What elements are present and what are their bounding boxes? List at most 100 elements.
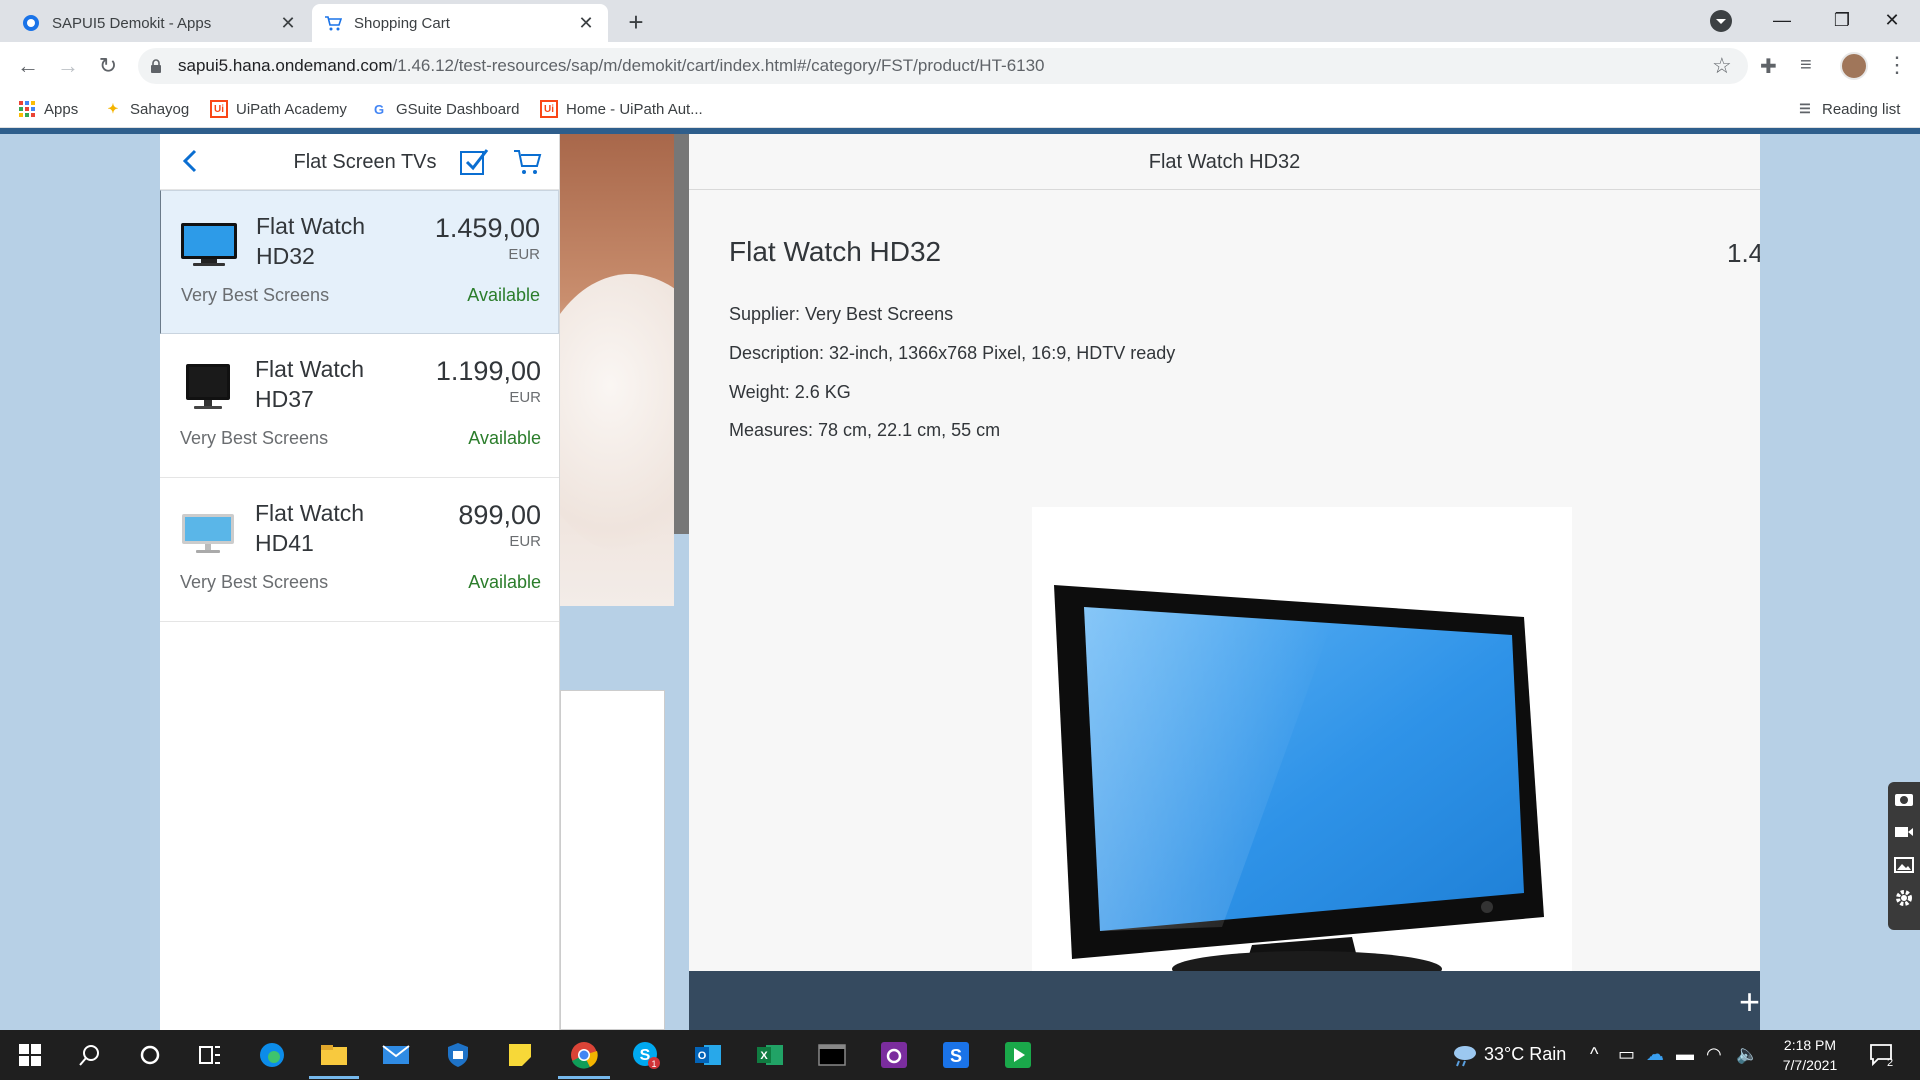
detail-product-price: 1.4 — [1727, 238, 1760, 268]
edge-icon[interactable] — [256, 1039, 288, 1071]
bookmark-gsuite[interactable]: G GSuite Dashboard — [370, 98, 519, 120]
capture-widget — [1888, 782, 1920, 930]
product-currency: EUR — [509, 533, 541, 550]
tab-shopping-cart[interactable]: Shopping Cart ✕ — [312, 4, 608, 42]
sticky-notes-icon[interactable] — [504, 1039, 536, 1071]
bookmark-uipath-home[interactable]: Ui Home - UiPath Aut... — [540, 98, 703, 120]
product-thumbnail — [181, 223, 237, 266]
file-explorer-icon[interactable] — [318, 1039, 350, 1071]
excel-icon[interactable]: X — [754, 1039, 786, 1071]
cart-icon[interactable] — [512, 146, 544, 178]
minimize-icon[interactable]: — — [1752, 4, 1812, 36]
product-currency: EUR — [509, 389, 541, 406]
tab-close-icon[interactable]: ✕ — [576, 13, 596, 33]
browser-toolbar: ← → ↻ sapui5.hana.ondemand.com/1.46.12/t… — [0, 42, 1920, 90]
reading-list-label: Reading list — [1822, 100, 1901, 118]
cart-favicon-icon — [324, 14, 342, 32]
lock-icon[interactable] — [150, 59, 162, 73]
address-bar[interactable]: sapui5.hana.ondemand.com/1.46.12/test-re… — [138, 48, 1748, 84]
tab-search-icon[interactable] — [1710, 10, 1732, 32]
settings-gear-icon[interactable] — [1888, 881, 1920, 914]
chrome-menu-icon[interactable]: ⋮ — [1886, 52, 1908, 78]
detail-product-title: Flat Watch HD32 — [729, 236, 942, 267]
active-indicator — [558, 1076, 610, 1079]
forward-arrow-icon[interactable]: → — [54, 52, 82, 80]
product-name: Flat Watch HD37 — [255, 356, 365, 412]
video-icon[interactable] — [1888, 815, 1920, 848]
detail-footer-toolbar: + — [689, 971, 1760, 1030]
reading-list-icon: ☰ — [1799, 101, 1811, 116]
task-view-icon[interactable] — [194, 1039, 226, 1071]
master-header: Flat Screen TVs — [160, 134, 559, 190]
bookmark-uipath-academy[interactable]: Ui UiPath Academy — [210, 98, 347, 120]
outlook-icon[interactable]: O — [692, 1039, 724, 1071]
system-clock[interactable]: 2:18 PM 7/7/2021 — [1770, 1035, 1850, 1075]
detail-description: Description: 32-inch, 1366x768 Pixel, 16… — [729, 343, 1176, 363]
tray-chevron-icon[interactable]: ^ — [1590, 1044, 1598, 1065]
skype-icon[interactable]: S1 — [630, 1039, 662, 1071]
volume-icon[interactable]: 🔈 — [1736, 1044, 1758, 1065]
detail-supplier: Supplier: Very Best Screens — [729, 304, 954, 324]
bookmark-apps[interactable]: Apps — [18, 98, 78, 120]
product-list-item[interactable]: Flat Watch HD41 899,00 EUR Very Best Scr… — [160, 478, 559, 622]
svg-text:O: O — [698, 1050, 707, 1062]
uipath-studio-icon[interactable]: S — [940, 1039, 972, 1071]
gallery-icon[interactable] — [1888, 848, 1920, 881]
detail-pane: Flat Watch HD32 Flat Watch HD32 1.4 Supp… — [689, 134, 1760, 1030]
extensions-icon[interactable]: ✚ — [1760, 54, 1777, 79]
new-tab-button[interactable]: + — [622, 8, 650, 36]
tab-sapui5-demokit[interactable]: SAPUI5 Demokit - Apps ✕ — [10, 4, 310, 42]
product-list-item[interactable]: Flat Watch HD32 1.459,00 EUR Very Best S… — [160, 190, 559, 334]
product-list-item[interactable]: Flat Watch HD37 1.199,00 EUR Very Best S… — [160, 334, 559, 478]
camera-icon[interactable] — [1888, 782, 1920, 815]
browser-tab-strip: SAPUI5 Demokit - Apps ✕ Shopping Cart ✕ … — [0, 0, 1920, 42]
clock-date: 7/7/2021 — [1782, 1057, 1838, 1073]
window-close-icon[interactable]: ✕ — [1862, 4, 1920, 36]
back-arrow-icon[interactable]: ← — [14, 52, 42, 80]
profile-avatar[interactable] — [1840, 52, 1868, 80]
meet-now-icon[interactable]: ▭ — [1618, 1044, 1635, 1065]
terminal-icon[interactable] — [816, 1039, 848, 1071]
tab-title: SAPUI5 Demokit - Apps — [52, 14, 212, 32]
svg-text:S: S — [950, 1046, 962, 1066]
mail-icon[interactable] — [380, 1039, 412, 1071]
add-to-cart-icon[interactable]: + — [1739, 981, 1760, 1023]
weather-text[interactable]: 33°C Rain — [1484, 1044, 1566, 1065]
wifi-icon[interactable]: ◠ — [1706, 1044, 1722, 1065]
reading-list[interactable]: ☰ Reading list — [1796, 98, 1900, 120]
apps-grid-icon — [18, 100, 36, 118]
sahayog-icon: ✦ — [107, 101, 119, 116]
reload-icon[interactable]: ↻ — [94, 52, 122, 80]
detail-measures: Measures: 78 cm, 22.1 cm, 55 cm — [729, 420, 1001, 440]
bookmark-label: Home - UiPath Aut... — [566, 100, 703, 118]
battery-icon[interactable]: ▬ — [1676, 1044, 1694, 1065]
shopping-cart-app: Flat Screen TVs Flat Watch HD32 1.459,00… — [0, 134, 1920, 1030]
security-shield-icon[interactable] — [442, 1039, 474, 1071]
product-price: 1.459,00 — [434, 213, 540, 243]
windows-taskbar: S1 O X S 33°C Rain ^ ▭ ☁ ▬ ◠ 🔈 2:18 PM 7… — [0, 1030, 1920, 1080]
uipath-assistant-icon[interactable] — [878, 1039, 910, 1071]
media-control-icon[interactable]: ≡ — [1800, 54, 1812, 77]
weather-rain-icon[interactable] — [1448, 1039, 1480, 1071]
product-supplier: Very Best Screens — [181, 285, 330, 305]
scrollbar[interactable] — [674, 134, 689, 534]
uipath-icon: Ui — [210, 100, 228, 118]
tab-close-icon[interactable]: ✕ — [278, 13, 298, 33]
multi-select-icon[interactable] — [458, 146, 490, 178]
bookmark-sahayog[interactable]: ✦ Sahayog — [104, 98, 190, 120]
search-icon[interactable] — [74, 1039, 106, 1071]
product-name: Flat Watch HD32 — [256, 213, 366, 269]
cortana-icon[interactable] — [134, 1039, 166, 1071]
windows-start-icon[interactable] — [14, 1039, 46, 1071]
notification-count: 2 — [1887, 1057, 1893, 1068]
product-currency: EUR — [508, 246, 540, 263]
uipath-icon: Ui — [540, 100, 558, 118]
notifications-icon[interactable]: 2 — [1866, 1039, 1898, 1071]
uipath-robot-icon[interactable] — [1002, 1039, 1034, 1071]
bookmark-star-icon[interactable]: ☆ — [1712, 53, 1732, 79]
chrome-icon[interactable] — [568, 1039, 600, 1071]
product-name: Flat Watch HD41 — [255, 500, 365, 556]
bookmark-label: Sahayog — [130, 100, 190, 118]
onedrive-icon[interactable]: ☁ — [1646, 1044, 1664, 1065]
background-card — [560, 690, 665, 1030]
